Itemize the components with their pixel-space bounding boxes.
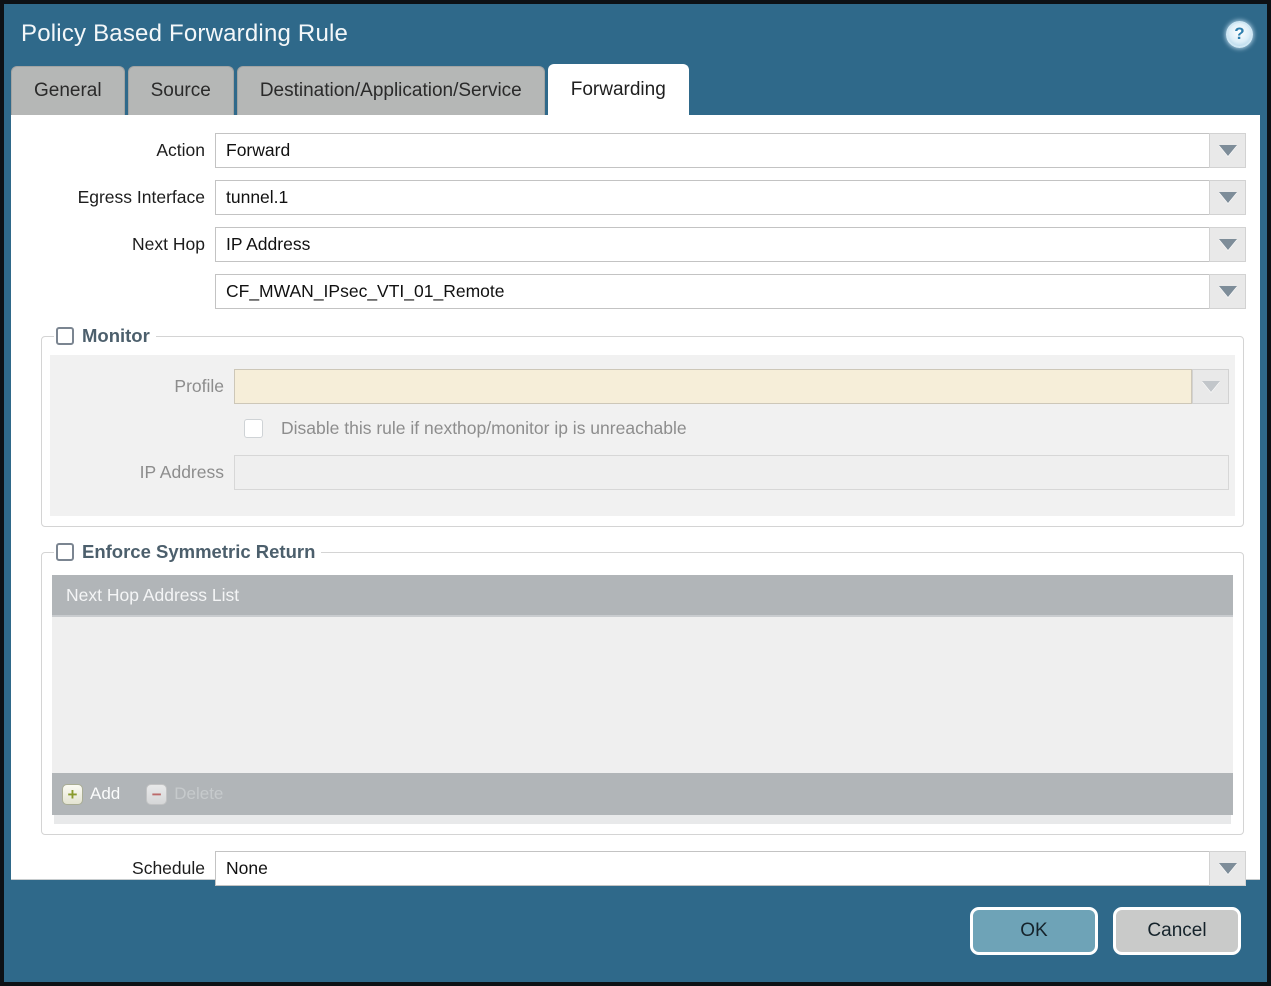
schedule-label: Schedule: [132, 858, 205, 878]
dialog-footer: OK Cancel: [4, 880, 1267, 982]
action-value[interactable]: Forward: [215, 133, 1209, 168]
cancel-button[interactable]: Cancel: [1113, 907, 1241, 955]
enforce-symmetric-return-checkbox[interactable]: [56, 543, 74, 561]
table-horizontal-scrollbar[interactable]: [54, 815, 1231, 824]
monitor-legend: Monitor: [54, 325, 156, 347]
action-dropdown: Forward: [215, 133, 1246, 168]
delete-button-label: Delete: [174, 784, 224, 803]
next-hop-address-row: CF_MWAN_IPsec_VTI_01_Remote: [11, 274, 1246, 309]
next-hop-address-value[interactable]: CF_MWAN_IPsec_VTI_01_Remote: [215, 274, 1209, 309]
enforce-symmetric-return-fieldset: Enforce Symmetric Return Next Hop Addres…: [41, 541, 1244, 835]
next-hop-row: Next Hop IP Address: [11, 227, 1246, 262]
disable-rule-row: Disable this rule if nexthop/monitor ip …: [244, 418, 1235, 439]
next-hop-type-dropdown: IP Address: [215, 227, 1246, 262]
chevron-down-icon: [1218, 145, 1237, 156]
chevron-down-icon: [1218, 192, 1237, 203]
egress-interface-dropdown-button[interactable]: [1209, 180, 1246, 215]
tab-bar: General Source Destination/Application/S…: [4, 64, 1267, 115]
next-hop-address-table-header: Next Hop Address List: [52, 575, 1233, 617]
plus-icon: +: [62, 783, 83, 805]
policy-based-forwarding-dialog: Policy Based Forwarding Rule ? General S…: [0, 0, 1271, 986]
titlebar: Policy Based Forwarding Rule ?: [4, 4, 1267, 64]
profile-dropdown: [234, 369, 1229, 404]
monitor-legend-label: Monitor: [82, 325, 150, 346]
monitor-checkbox[interactable]: [56, 327, 74, 345]
tab-general[interactable]: General: [11, 66, 125, 115]
egress-interface-row: Egress Interface tunnel.1: [11, 180, 1246, 215]
minus-icon: −: [146, 783, 168, 805]
next-hop-address-list-column-header: Next Hop Address List: [66, 584, 240, 605]
next-hop-address-table: Next Hop Address List + Add − Delete: [52, 575, 1233, 824]
forwarding-tab-panel: Action Forward Egress Interface tunnel.1…: [11, 115, 1260, 886]
next-hop-type-value[interactable]: IP Address: [215, 227, 1209, 262]
monitor-ip-address-input: [234, 455, 1229, 490]
disable-rule-checkbox: [244, 419, 263, 438]
profile-dropdown-button: [1192, 369, 1229, 404]
next-hop-address-dropdown-button[interactable]: [1209, 274, 1246, 309]
add-button-label: Add: [90, 784, 121, 803]
tab-forwarding[interactable]: Forwarding: [547, 64, 689, 115]
next-hop-type-dropdown-button[interactable]: [1209, 227, 1246, 262]
ok-button[interactable]: OK: [970, 907, 1098, 955]
chevron-down-icon: [1218, 239, 1237, 250]
tab-source[interactable]: Source: [127, 66, 234, 115]
monitor-fieldset: Monitor Profile Disable this rule if nex…: [41, 325, 1244, 527]
action-row: Action Forward: [11, 133, 1246, 168]
egress-interface-dropdown: tunnel.1: [215, 180, 1246, 215]
tab-destination-application-service[interactable]: Destination/Application/Service: [236, 66, 545, 115]
profile-value: [234, 369, 1192, 404]
monitor-ip-address-label: IP Address: [139, 462, 224, 482]
disable-rule-label: Disable this rule if nexthop/monitor ip …: [281, 418, 687, 438]
add-button[interactable]: + Add: [62, 783, 121, 805]
enforce-symmetric-return-legend: Enforce Symmetric Return: [54, 541, 321, 563]
next-hop-label: Next Hop: [132, 234, 205, 254]
action-dropdown-button[interactable]: [1209, 133, 1246, 168]
egress-interface-value[interactable]: tunnel.1: [215, 180, 1209, 215]
dialog-title: Policy Based Forwarding Rule: [21, 20, 349, 47]
next-hop-address-dropdown: CF_MWAN_IPsec_VTI_01_Remote: [215, 274, 1246, 309]
chevron-down-icon: [1218, 863, 1237, 874]
monitor-disabled-panel: Profile Disable this rule if nexthop/mon…: [50, 355, 1235, 516]
egress-interface-label: Egress Interface: [77, 187, 205, 207]
action-label: Action: [156, 140, 205, 160]
help-icon[interactable]: ?: [1226, 20, 1253, 48]
enforce-symmetric-return-legend-label: Enforce Symmetric Return: [82, 541, 316, 562]
profile-row: Profile: [50, 369, 1229, 404]
delete-button: − Delete: [146, 783, 224, 805]
chevron-down-icon: [1218, 286, 1237, 297]
next-hop-address-table-footer: + Add − Delete: [52, 773, 1233, 815]
monitor-ip-address-row: IP Address: [50, 455, 1229, 490]
next-hop-address-table-body[interactable]: [52, 617, 1233, 773]
chevron-down-icon: [1201, 381, 1220, 392]
profile-label: Profile: [174, 376, 224, 396]
